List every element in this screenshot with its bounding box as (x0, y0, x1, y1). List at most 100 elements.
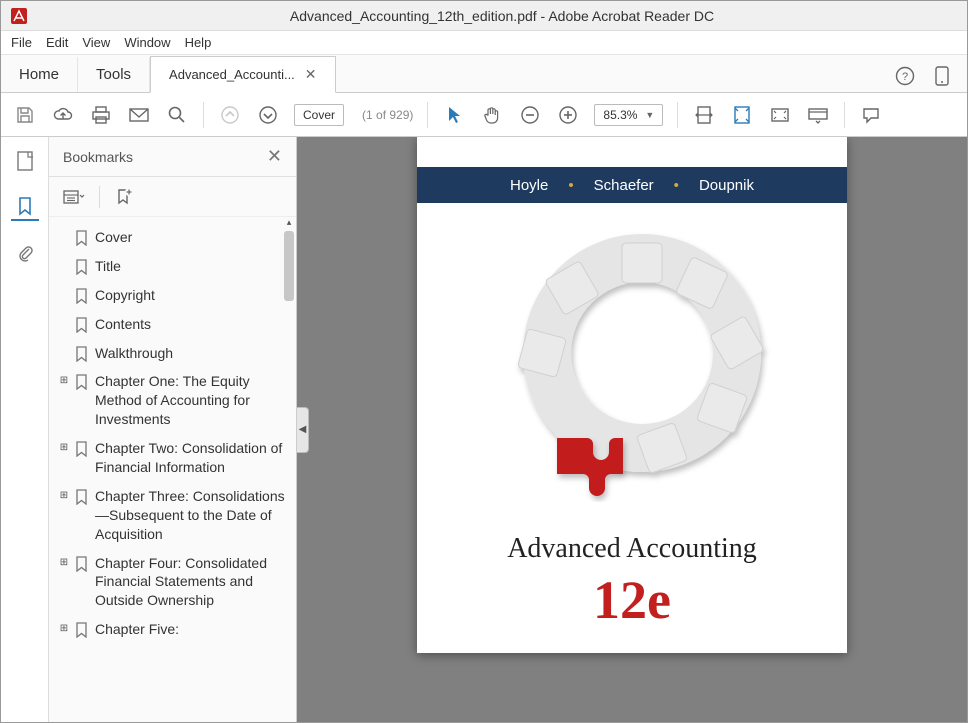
bookmark-label: Walkthrough (95, 344, 290, 363)
comment-icon[interactable] (859, 103, 883, 127)
bookmark-item[interactable]: Title (57, 252, 292, 281)
bookmarks-sidebar: Bookmarks ✕ ▴ Cover Title Copyright Content… (49, 137, 297, 722)
zoom-in-icon[interactable] (556, 103, 580, 127)
separator-dot: • (674, 177, 679, 194)
cover-art (417, 203, 847, 523)
menu-edit[interactable]: Edit (46, 35, 68, 50)
separator-dot: • (568, 177, 573, 194)
toolbar: Cover (1 of 929) 85.3% ▼ (1, 93, 967, 137)
bookmark-label: Title (95, 257, 290, 276)
bookmarks-panel-icon[interactable] (11, 193, 39, 221)
chevron-down-icon: ▼ (645, 110, 654, 120)
bookmark-item[interactable]: ⊞ Chapter Three: Consolidations—Subsequen… (57, 482, 292, 549)
hand-tool-icon[interactable] (480, 103, 504, 127)
fit-page-icon[interactable] (730, 103, 754, 127)
zoom-select[interactable]: 85.3% ▼ (594, 104, 663, 126)
menu-window[interactable]: Window (124, 35, 170, 50)
page-count-label: (1 of 929) (362, 108, 413, 122)
new-bookmark-icon[interactable] (114, 187, 134, 207)
bookmark-icon (75, 288, 89, 304)
bookmark-icon (75, 317, 89, 333)
bookmark-label: Chapter One: The Equity Method of Accoun… (95, 372, 290, 429)
bookmark-icon (75, 374, 89, 390)
bookmark-label: Chapter Four: Consolidated Financial Sta… (95, 554, 290, 611)
app-icon (7, 4, 31, 28)
select-tool-icon[interactable] (442, 103, 466, 127)
bookmark-icon (75, 346, 89, 362)
bookmark-icon (75, 230, 89, 246)
menu-view[interactable]: View (82, 35, 110, 50)
bookmark-item[interactable]: ⊞ Chapter Four: Consolidated Financial St… (57, 549, 292, 616)
scroll-up-arrow[interactable]: ▴ (284, 217, 294, 228)
tab-document[interactable]: Advanced_Accounti... ✕ (150, 56, 335, 93)
bookmark-item[interactable]: Contents (57, 310, 292, 339)
expand-icon[interactable]: ⊞ (59, 375, 69, 386)
fit-width-icon[interactable] (692, 103, 716, 127)
tab-document-label: Advanced_Accounti... (169, 67, 295, 82)
bookmark-icon (75, 441, 89, 457)
bookmark-item[interactable]: Walkthrough (57, 339, 292, 368)
menu-file[interactable]: File (11, 35, 32, 50)
cloud-icon[interactable] (51, 103, 75, 127)
sidebar-header: Bookmarks ✕ (49, 137, 296, 177)
bookmark-icon (75, 622, 89, 638)
tab-home[interactable]: Home (1, 57, 78, 92)
bookmark-item[interactable]: ⊞ Chapter One: The Equity Method of Accou… (57, 367, 292, 434)
bookmark-list[interactable]: ▴ Cover Title Copyright Contents Walkthrough… (49, 217, 296, 722)
navigation-rail (1, 137, 49, 722)
bookmark-label: Chapter Two: Consolidation of Financial … (95, 439, 290, 477)
main-area: Bookmarks ✕ ▴ Cover Title Copyright Content… (1, 137, 967, 722)
zoom-value: 85.3% (603, 108, 637, 122)
fullscreen-icon[interactable] (768, 103, 792, 127)
close-tab-icon[interactable]: ✕ (305, 66, 317, 83)
read-mode-icon[interactable] (806, 103, 830, 127)
bookmark-icon (75, 556, 89, 572)
page-number-input[interactable]: Cover (294, 104, 344, 126)
book-edition: 12e (417, 569, 847, 653)
mobile-link-icon[interactable] (933, 66, 951, 86)
author-3: Doupnik (699, 177, 754, 194)
help-icon[interactable]: ? (895, 66, 915, 86)
bookmark-item[interactable]: Copyright (57, 281, 292, 310)
page-down-icon[interactable] (256, 103, 280, 127)
scrollbar-thumb[interactable] (284, 231, 294, 301)
thumbnails-panel-icon[interactable] (11, 147, 39, 175)
sidebar-tools (49, 177, 296, 217)
expand-icon[interactable]: ⊞ (59, 442, 69, 453)
bookmark-item[interactable]: ⊞ Chapter Two: Consolidation of Financial… (57, 434, 292, 482)
expand-icon[interactable]: ⊞ (59, 557, 69, 568)
bookmark-label: Chapter Three: Consolidations—Subsequent… (95, 487, 290, 544)
bookmark-options-icon[interactable] (63, 188, 85, 206)
bookmark-item[interactable]: Cover (57, 223, 292, 252)
email-icon[interactable] (127, 103, 151, 127)
bookmark-label: Chapter Five: (95, 620, 290, 639)
sidebar-title: Bookmarks (63, 149, 133, 165)
book-title: Advanced Accounting (417, 533, 847, 565)
expand-icon[interactable]: ⊞ (59, 490, 69, 501)
search-icon[interactable] (165, 103, 189, 127)
author-2: Schaefer (594, 177, 654, 194)
window-titlebar: Advanced_Accounting_12th_edition.pdf - A… (1, 1, 967, 31)
collapse-sidebar-handle[interactable]: ◀ (297, 407, 309, 453)
author-band: Hoyle • Schaefer • Doupnik (417, 167, 847, 203)
save-icon[interactable] (13, 103, 37, 127)
pdf-page: Hoyle • Schaefer • Doupnik (417, 137, 847, 653)
document-view[interactable]: ◀ Hoyle • Schaefer • Doupnik (297, 137, 967, 722)
bookmark-item[interactable]: ⊞ Chapter Five: (57, 615, 292, 644)
author-1: Hoyle (510, 177, 548, 194)
zoom-out-icon[interactable] (518, 103, 542, 127)
svg-text:?: ? (902, 71, 908, 83)
bookmark-label: Copyright (95, 286, 290, 305)
menu-help[interactable]: Help (185, 35, 212, 50)
print-icon[interactable] (89, 103, 113, 127)
bookmark-label: Contents (95, 315, 290, 334)
tab-tools[interactable]: Tools (78, 57, 150, 92)
attachments-panel-icon[interactable] (11, 239, 39, 267)
bookmark-icon (75, 259, 89, 275)
bookmark-label: Cover (95, 228, 290, 247)
expand-icon[interactable]: ⊞ (59, 623, 69, 634)
tab-bar: Home Tools Advanced_Accounti... ✕ ? (1, 55, 967, 93)
window-title: Advanced_Accounting_12th_edition.pdf - A… (37, 8, 967, 24)
page-up-icon[interactable] (218, 103, 242, 127)
close-sidebar-icon[interactable]: ✕ (267, 146, 282, 167)
